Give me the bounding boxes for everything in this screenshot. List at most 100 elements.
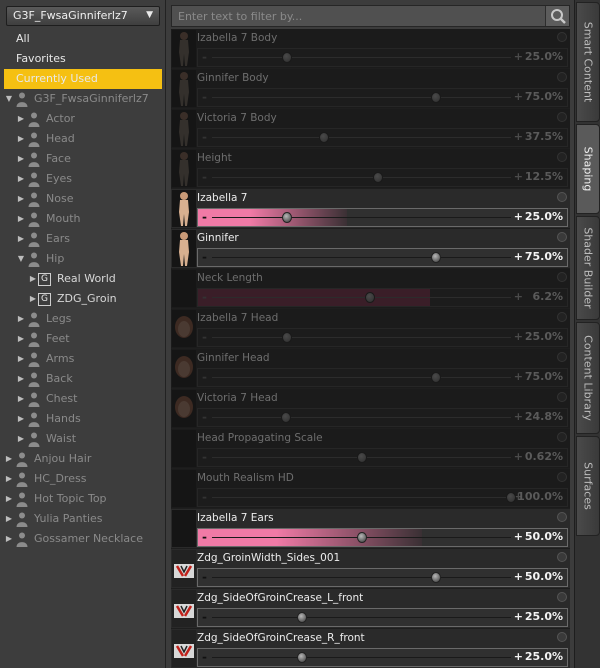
tree-item[interactable]: ▶ Yulia Panties <box>4 509 162 529</box>
gear-icon[interactable] <box>557 512 567 522</box>
increment-icon[interactable]: + <box>514 570 523 583</box>
tree-item[interactable]: ▶ G ZDG_Groin <box>4 289 162 309</box>
slider-knob[interactable] <box>296 652 307 663</box>
morph-slider-row[interactable]: Zdg_SideOfGroinCrease_L_front - +25.0% <box>171 589 570 629</box>
gear-icon[interactable] <box>557 72 567 82</box>
tree-item[interactable]: ▶ Gossamer Necklace <box>4 529 162 549</box>
morph-slider-row[interactable]: Mouth Realism HD - +100.0% <box>171 469 570 509</box>
slider-knob[interactable] <box>372 172 383 183</box>
decrement-icon[interactable]: - <box>202 290 207 304</box>
collapsed-arrow-icon[interactable]: ▶ <box>28 269 38 289</box>
gear-icon[interactable] <box>557 232 567 242</box>
gear-icon[interactable] <box>557 392 567 402</box>
tree-item[interactable]: ▶ Arms <box>4 349 162 369</box>
tree-item[interactable]: ▶ Face <box>4 149 162 169</box>
morph-slider-row[interactable]: Victoria 7 Body - +37.5% <box>171 109 570 149</box>
tree-item[interactable]: ▼ G3F_FwsaGinniferlz7 <box>4 89 162 109</box>
tree-item[interactable]: Currently Used <box>4 69 162 89</box>
gear-icon[interactable] <box>557 432 567 442</box>
tree-item[interactable]: ▶ Waist <box>4 429 162 449</box>
slider-knob[interactable] <box>356 452 367 463</box>
tree-item[interactable]: ▶ HC_Dress <box>4 469 162 489</box>
morph-slider-row[interactable]: Height - +12.5% <box>171 149 570 189</box>
collapsed-arrow-icon[interactable]: ▶ <box>4 509 14 529</box>
collapsed-arrow-icon[interactable]: ▶ <box>16 369 26 389</box>
decrement-icon[interactable]: - <box>202 90 207 104</box>
increment-icon[interactable]: + <box>514 330 523 343</box>
gear-icon[interactable] <box>557 552 567 562</box>
slider-track[interactable]: - +50.0% <box>197 568 568 587</box>
slider-track[interactable]: - +100.0% <box>197 488 568 507</box>
tree-item[interactable]: ▶ Back <box>4 369 162 389</box>
slider-track[interactable]: - +75.0% <box>197 248 568 267</box>
tree-item[interactable]: ▶ Chest <box>4 389 162 409</box>
collapsed-arrow-icon[interactable]: ▶ <box>16 229 26 249</box>
slider-track[interactable]: - +25.0% <box>197 608 568 627</box>
increment-icon[interactable]: + <box>514 450 523 463</box>
slider-knob[interactable] <box>296 612 307 623</box>
morph-slider-row[interactable]: Head Propagating Scale - +0.62% <box>171 429 570 469</box>
tree-item[interactable]: All <box>4 29 162 49</box>
collapsed-arrow-icon[interactable]: ▶ <box>16 209 26 229</box>
collapsed-arrow-icon[interactable]: ▶ <box>4 529 14 549</box>
slider-track[interactable]: - +25.0% <box>197 648 568 667</box>
slider-knob[interactable] <box>281 212 292 223</box>
increment-icon[interactable]: + <box>514 210 523 223</box>
collapsed-arrow-icon[interactable]: ▶ <box>28 289 38 309</box>
gear-icon[interactable] <box>557 192 567 202</box>
filter-input[interactable] <box>172 6 544 26</box>
slider-knob[interactable] <box>431 252 442 263</box>
collapsed-arrow-icon[interactable]: ▶ <box>16 349 26 369</box>
collapsed-arrow-icon[interactable]: ▶ <box>4 469 14 489</box>
decrement-icon[interactable]: - <box>202 450 207 464</box>
tab-content-library[interactable]: Content Library <box>576 322 600 434</box>
collapsed-arrow-icon[interactable]: ▶ <box>16 429 26 449</box>
morph-slider-row[interactable]: Izabella 7 Head - +25.0% <box>171 309 570 349</box>
gear-icon[interactable] <box>557 472 567 482</box>
increment-icon[interactable]: + <box>514 290 523 303</box>
decrement-icon[interactable]: - <box>202 610 207 624</box>
tree-item[interactable]: Favorites <box>4 49 162 69</box>
gear-icon[interactable] <box>557 112 567 122</box>
search-button[interactable] <box>545 6 569 26</box>
collapsed-arrow-icon[interactable]: ▶ <box>16 149 26 169</box>
slider-knob[interactable] <box>356 532 367 543</box>
tab-shader-builder[interactable]: Shader Builder <box>576 216 600 320</box>
morph-slider-row[interactable]: Izabella 7 - +25.0% <box>171 189 570 229</box>
gear-icon[interactable] <box>557 632 567 642</box>
morph-slider-row[interactable]: Ginnifer Body - +75.0% <box>171 69 570 109</box>
tree-item[interactable]: ▶ Hands <box>4 409 162 429</box>
slider-track[interactable]: - +25.0% <box>197 208 568 227</box>
increment-icon[interactable]: + <box>514 410 523 423</box>
collapsed-arrow-icon[interactable]: ▶ <box>16 389 26 409</box>
slider-track[interactable]: - +37.5% <box>197 128 568 147</box>
slider-track[interactable]: - +25.0% <box>197 328 568 347</box>
slider-track[interactable]: - +12.5% <box>197 168 568 187</box>
decrement-icon[interactable]: - <box>202 50 207 64</box>
increment-icon[interactable]: + <box>514 50 523 63</box>
slider-track[interactable]: - +0.62% <box>197 448 568 467</box>
collapsed-arrow-icon[interactable]: ▶ <box>16 129 26 149</box>
tree-item[interactable]: ▶ Hot Topic Top <box>4 489 162 509</box>
slider-knob[interactable] <box>431 92 442 103</box>
increment-icon[interactable]: + <box>514 370 523 383</box>
morph-slider-row[interactable]: Neck Length - +6.2% <box>171 269 570 309</box>
decrement-icon[interactable]: - <box>202 570 207 584</box>
expanded-arrow-icon[interactable]: ▼ <box>4 89 14 109</box>
slider-knob[interactable] <box>506 492 516 503</box>
morph-slider-row[interactable]: Zdg_SideOfGroinCrease_R_front - +25.0% <box>171 629 570 668</box>
gear-icon[interactable] <box>557 352 567 362</box>
increment-icon[interactable]: + <box>514 650 523 663</box>
tab-smart-content[interactable]: Smart Content <box>576 2 600 122</box>
decrement-icon[interactable]: - <box>202 410 207 424</box>
morph-slider-row[interactable]: Victoria 7 Head - +24.8% <box>171 389 570 429</box>
slider-track[interactable]: - +6.2% <box>197 288 568 307</box>
tree-item[interactable]: ▶ Ears <box>4 229 162 249</box>
tree-item[interactable]: ▶ Feet <box>4 329 162 349</box>
tree-item[interactable]: ▶ Eyes <box>4 169 162 189</box>
slider-knob[interactable] <box>431 372 442 383</box>
morph-slider-row[interactable]: Zdg_GroinWidth_Sides_001 - +50.0% <box>171 549 570 589</box>
decrement-icon[interactable]: - <box>202 490 207 504</box>
tree-item[interactable]: ▶ Anjou Hair <box>4 449 162 469</box>
gear-icon[interactable] <box>557 272 567 282</box>
